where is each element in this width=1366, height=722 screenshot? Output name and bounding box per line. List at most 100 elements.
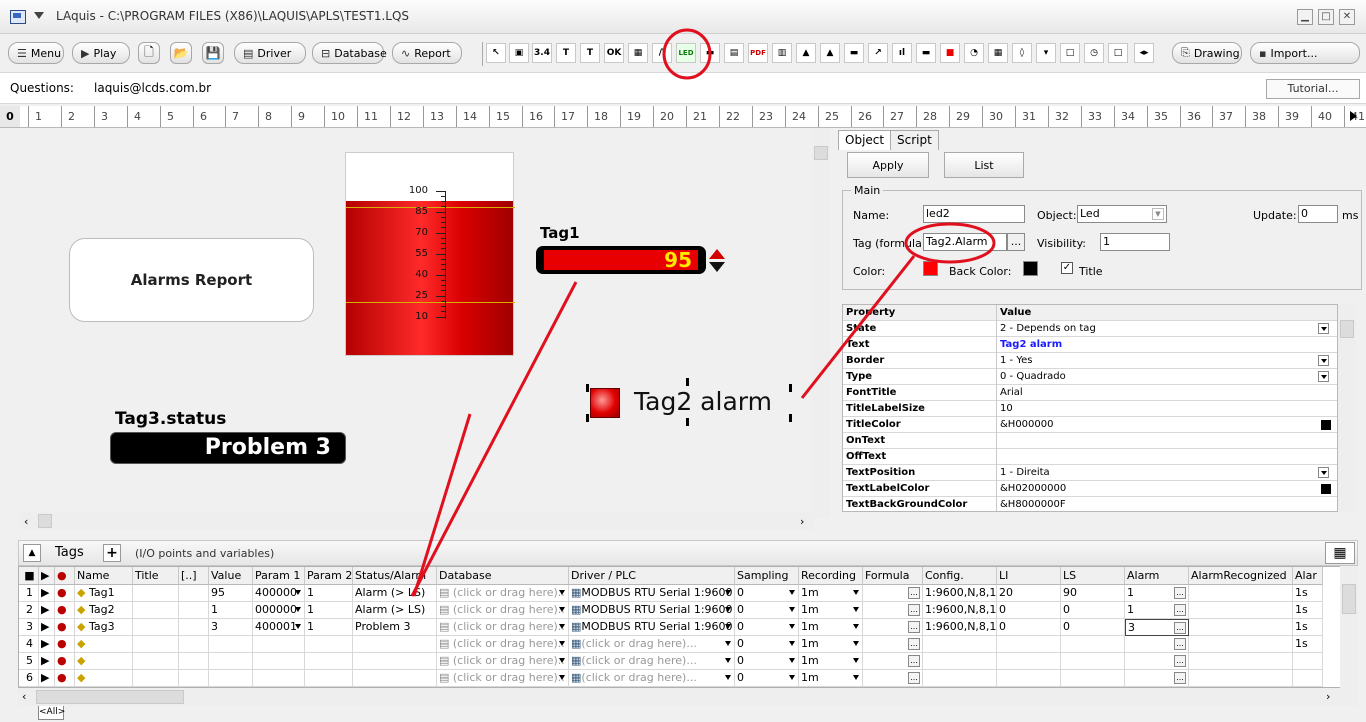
cell-name[interactable]: ◆ [75,670,133,687]
small-text-tool[interactable]: T [580,43,600,63]
image-tool[interactable]: ▣ [509,43,529,63]
row-run-icon[interactable]: ▶ [39,636,55,653]
trend-tool[interactable]: ↗ [868,43,888,63]
formula-edit-button[interactable]: ... [908,672,920,684]
cell-alarm[interactable]: ... [1125,653,1189,670]
cell-formula[interactable]: ... [863,619,923,636]
update-field[interactable]: 0 [1298,205,1338,223]
alarm-edit-button[interactable]: ... [1174,622,1186,634]
cell-recording[interactable]: 1m [799,619,863,636]
cell-database[interactable]: ▤ (click or drag here).. [437,653,569,670]
tags-grid-hscrollbar[interactable]: ‹ › [18,688,1358,706]
cell-param1[interactable] [253,653,305,670]
cell-alar[interactable] [1293,670,1323,687]
dropdown-chevron-icon[interactable] [853,658,859,663]
property-color-swatch[interactable] [1321,420,1331,430]
property-value[interactable]: Tag2 alarm [998,337,1337,353]
alarm-light-tool[interactable]: ▲ [796,43,816,63]
tag-formula-field[interactable]: Tag2.Alarm [923,233,1007,251]
cell-title[interactable] [133,636,179,653]
formula-edit-button[interactable]: ... [908,604,920,616]
dropdown-chevron-icon[interactable] [789,607,795,612]
property-value[interactable]: Arial [998,385,1337,401]
list-button[interactable]: List [944,152,1024,178]
driver-button[interactable]: ▤ Driver [234,42,306,64]
cell-recording[interactable]: 1m [799,670,863,687]
column-header[interactable]: Driver / PLC [569,567,735,585]
alarm-edit-button[interactable]: ... [1174,638,1186,650]
cell-name[interactable]: ◆ [75,653,133,670]
formula-edit-button[interactable]: ... [908,621,920,633]
cell-li[interactable] [997,653,1061,670]
cell-param1[interactable] [253,636,305,653]
cell-extra[interactable] [179,619,209,636]
window-menu-chevron-icon[interactable] [34,12,44,19]
property-dropdown-chevron-icon[interactable] [1318,355,1329,366]
cell-sampling[interactable]: 0 [735,602,799,619]
cell-sampling[interactable]: 0 [735,636,799,653]
cell-config[interactable]: 1:9600,N,8,1 [923,585,997,602]
led-tool[interactable]: LED [676,43,696,63]
property-row[interactable]: State 2 - Depends on tag [843,321,1337,337]
cell-formula[interactable]: ... [863,602,923,619]
cell-status[interactable] [353,653,437,670]
property-color-swatch[interactable] [1321,484,1331,494]
open-folder-button[interactable]: 📂 [170,42,192,64]
row-record-icon[interactable]: ● [55,585,75,602]
canvas-hscroll-thumb[interactable] [38,514,52,528]
column-header[interactable]: Status/Alarm [353,567,437,585]
property-dropdown-chevron-icon[interactable] [1318,467,1329,478]
cell-sampling[interactable]: 0 [735,670,799,687]
property-grid-scrollbar[interactable] [1338,304,1356,512]
row-record-icon[interactable]: ● [55,602,75,619]
cell-database[interactable]: ▤ (click or drag here).. [437,585,569,602]
property-row[interactable]: TextLabelColor &H02000000 [843,481,1337,497]
menu-button[interactable]: ☰ Menu [8,42,64,64]
valve-tool[interactable]: ◊ [1012,43,1032,63]
selection-handle[interactable] [586,414,589,422]
cell-param2[interactable] [305,636,353,653]
cell-sampling[interactable]: 0 [735,653,799,670]
cell-value[interactable] [209,653,253,670]
led-value-tool[interactable]: ▬ [700,43,720,63]
cell-database[interactable]: ▤ (click or drag here).. [437,636,569,653]
column-header[interactable]: Param 2 [305,567,353,585]
cell-status[interactable]: Alarm (> LS) [353,602,437,619]
property-dropdown-chevron-icon[interactable] [1318,371,1329,382]
text-tool[interactable]: T [556,43,576,63]
cell-param1[interactable]: 400000 [253,585,305,602]
play-button[interactable]: ▶ Play [72,42,130,64]
cell-sampling[interactable]: 0 [735,585,799,602]
dropdown-chevron-icon[interactable] [559,641,565,646]
property-value[interactable]: 2 - Depends on tag [998,321,1337,337]
cell-value[interactable]: 95 [209,585,253,602]
property-value[interactable]: 1 - Direita [998,465,1337,481]
cell-recording[interactable]: 1m [799,585,863,602]
cell-value[interactable] [209,636,253,653]
alarm-edit-button[interactable]: ... [1174,655,1186,667]
cell-name[interactable]: ◆ [75,636,133,653]
column-header[interactable]: Name [75,567,133,585]
dropdown-chevron-icon[interactable] [789,675,795,680]
cell-status[interactable]: Problem 3 [353,619,437,636]
apply-button[interactable]: Apply [847,152,929,178]
ruler-scroll-right-icon[interactable] [1350,111,1357,121]
cell-formula[interactable]: ... [863,636,923,653]
property-value[interactable]: &H8000000F [998,497,1337,511]
cell-li[interactable]: 20 [997,585,1061,602]
tag3-status-display[interactable]: Problem 3 [110,432,346,464]
title-checkbox[interactable]: ✓ [1061,262,1073,274]
grid-scroll-left-icon[interactable]: ‹ [22,690,26,703]
rectangle-tool[interactable]: □ [1060,43,1080,63]
row-run-icon[interactable]: ▶ [39,670,55,687]
dropdown-chevron-icon[interactable] [295,607,301,612]
cell-alarm[interactable]: ... [1125,636,1189,653]
dropdown-chevron-icon[interactable] [295,590,301,595]
row-record-icon[interactable]: ● [55,619,75,636]
selection-handle[interactable] [789,384,792,392]
drawing-button[interactable]: ⎘ Drawing [1172,42,1242,64]
tags-grid-hscroll-thumb[interactable] [36,690,184,704]
cell-driver[interactable]: ▦MODBUS RTU Serial 1:9600 [569,585,735,602]
pdf-tool[interactable]: PDF [748,43,768,63]
cell-driver[interactable]: ▦(click or drag here)... [569,636,735,653]
